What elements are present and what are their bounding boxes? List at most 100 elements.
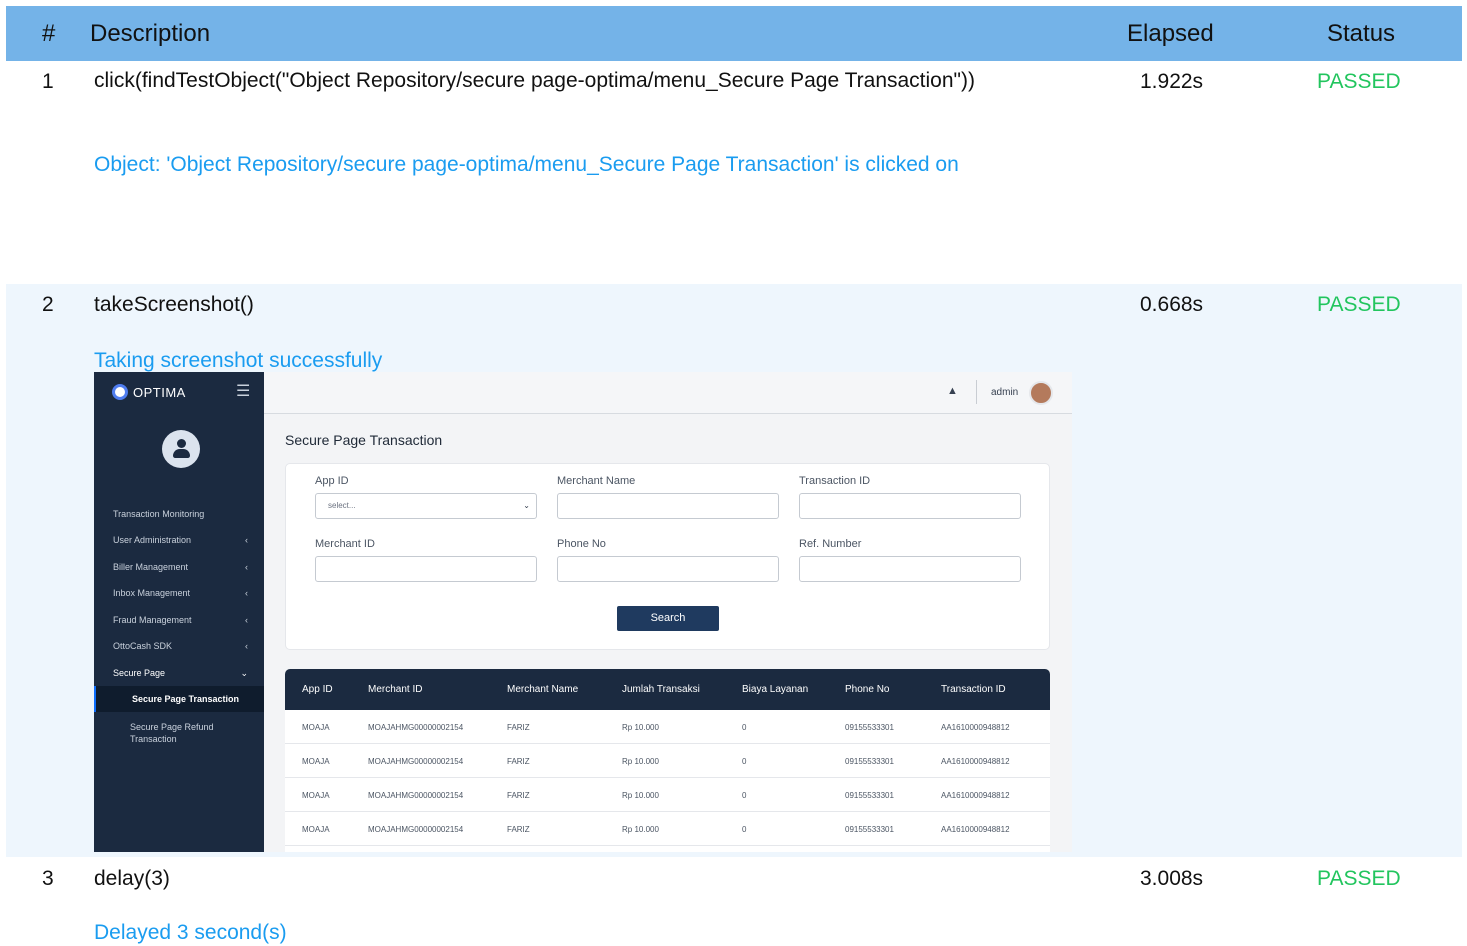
row-elapsed: 1.922s bbox=[1140, 70, 1204, 93]
column-header[interactable]: Merchant ID bbox=[368, 684, 422, 695]
chevron-left-icon: ‹ bbox=[245, 535, 248, 545]
sidebar-subitem-secure-page-transaction[interactable]: Secure Page Transaction bbox=[94, 686, 264, 712]
table-row[interactable]: MOAJA MOAJAHMG00000002154 FARIZ Rp 10.000 0 0… bbox=[285, 744, 1050, 778]
row-log: Delayed 3 second(s) bbox=[94, 921, 287, 944]
phone-no-input[interactable] bbox=[557, 556, 779, 582]
sidebar-item-user-administration[interactable]: User Administration ‹ bbox=[94, 528, 264, 552]
table-row[interactable]: MOAJA MOAJAHMG00000002154 FARIZ Rp 10.000 0 0… bbox=[285, 778, 1050, 812]
sidebar-item-inbox-management[interactable]: Inbox Management ‹ bbox=[94, 581, 264, 605]
table-cell: FARIZ bbox=[507, 723, 530, 732]
table-cell: 0 bbox=[742, 757, 747, 766]
table-cell: 0 bbox=[742, 791, 747, 800]
chevron-left-icon: ‹ bbox=[245, 562, 248, 572]
admin-avatar[interactable] bbox=[1029, 381, 1053, 405]
top-bar: ▲ admin bbox=[264, 372, 1072, 414]
table-cell: AA1610000948812 bbox=[941, 825, 1010, 834]
user-name[interactable]: admin bbox=[991, 387, 1018, 398]
user-avatar-icon bbox=[162, 430, 200, 468]
table-row[interactable]: MOAJA MOAJAHMG00000002154 FARIZ Rp 10.000 0 0… bbox=[285, 812, 1050, 846]
row-log: Taking screenshot successfully bbox=[94, 349, 383, 372]
column-header[interactable]: Merchant Name bbox=[507, 684, 578, 695]
logo-icon bbox=[112, 384, 128, 400]
sidebar-item-transaction-monitoring[interactable]: Transaction Monitoring bbox=[94, 502, 264, 526]
app-id-label: App ID bbox=[315, 475, 349, 487]
chevron-left-icon: ‹ bbox=[245, 615, 248, 625]
table-cell: FARIZ bbox=[507, 757, 530, 766]
table-cell: 0 bbox=[742, 825, 747, 834]
table-cell: AA1610000948812 bbox=[941, 791, 1010, 800]
row-num: 3 bbox=[42, 867, 54, 890]
transaction-table: App ID Merchant ID Merchant Name Jumlah … bbox=[285, 669, 1050, 852]
transaction-id-label: Transaction ID bbox=[799, 475, 871, 487]
merchant-name-label: Merchant Name bbox=[557, 475, 636, 487]
row-elapsed: 0.668s bbox=[1140, 293, 1204, 316]
row-elapsed: 3.008s bbox=[1140, 867, 1204, 890]
sidebar-item-fraud-management[interactable]: Fraud Management ‹ bbox=[94, 608, 264, 632]
table-cell: 09155533301 bbox=[845, 791, 894, 800]
sidebar: OPTIMA ☰ Transaction Monitoring User Adm… bbox=[94, 372, 264, 852]
report-header: # Description Elapsed Status bbox=[6, 6, 1462, 61]
phone-no-label: Phone No bbox=[557, 538, 606, 550]
table-cell: AA1610000948812 bbox=[941, 723, 1010, 732]
table-cell: Rp 10.000 bbox=[622, 825, 659, 834]
table-row[interactable]: MOAJA MOAJAHMG00000002154 FARIZ Rp 10.000 0 0… bbox=[285, 710, 1050, 744]
table-cell: MOAJAHMG00000002154 bbox=[368, 791, 464, 800]
sidebar-item-biller-management[interactable]: Biller Management ‹ bbox=[94, 555, 264, 579]
column-header[interactable]: Phone No bbox=[845, 684, 889, 695]
table-cell: FARIZ bbox=[507, 791, 530, 800]
chevron-left-icon: ‹ bbox=[245, 588, 248, 598]
sidebar-item-ottocash-sdk[interactable]: OttoCash SDK ‹ bbox=[94, 634, 264, 658]
merchant-id-label: Merchant ID bbox=[315, 538, 375, 550]
table-cell: FARIZ bbox=[507, 825, 530, 834]
page-title: Secure Page Transaction bbox=[285, 432, 443, 448]
bell-icon[interactable]: ▲ bbox=[947, 385, 958, 397]
table-cell: Rp 10.000 bbox=[622, 723, 659, 732]
menu-toggle-icon[interactable]: ☰ bbox=[236, 381, 250, 401]
sidebar-subitem-secure-page-refund[interactable]: Secure Page Refund Transaction bbox=[94, 721, 224, 745]
table-cell: MOAJAHMG00000002154 bbox=[368, 723, 464, 732]
header-description: Description bbox=[90, 20, 211, 47]
table-cell: AA1610000948812 bbox=[941, 757, 1010, 766]
table-cell: 0 bbox=[742, 723, 747, 732]
table-cell: Rp 10.000 bbox=[622, 757, 659, 766]
table-cell: MOAJAHMG00000002154 bbox=[368, 757, 464, 766]
column-header[interactable]: Jumlah Transaksi bbox=[622, 684, 700, 695]
row-num: 2 bbox=[42, 293, 54, 316]
ref-number-label: Ref. Number bbox=[799, 538, 862, 550]
row-status: PASSED bbox=[1317, 293, 1401, 316]
table-cell: Rp 10.000 bbox=[622, 791, 659, 800]
filter-card: App ID select... ⌄ Merchant Name Transact… bbox=[285, 463, 1050, 650]
embedded-screenshot: OPTIMA ☰ Transaction Monitoring User Adm… bbox=[94, 372, 1072, 852]
row-log: Object: 'Object Repository/secure page-o… bbox=[94, 153, 959, 176]
row-status: PASSED bbox=[1317, 867, 1401, 890]
search-button[interactable]: Search bbox=[617, 606, 719, 631]
row-description: takeScreenshot() bbox=[94, 293, 254, 316]
table-cell: MOAJA bbox=[302, 825, 330, 834]
chevron-down-icon: ⌄ bbox=[523, 501, 530, 510]
chevron-down-icon: ⌄ bbox=[240, 668, 248, 678]
column-header[interactable]: Biaya Layanan bbox=[742, 684, 808, 695]
table-cell: MOAJA bbox=[302, 723, 330, 732]
header-num: # bbox=[42, 20, 56, 47]
table-cell: 09155533301 bbox=[845, 723, 894, 732]
column-header[interactable]: Transaction ID bbox=[941, 684, 1006, 695]
sidebar-item-secure-page[interactable]: Secure Page ⌄ bbox=[94, 661, 264, 685]
app-logo[interactable]: OPTIMA bbox=[112, 384, 186, 400]
transaction-id-input[interactable] bbox=[799, 493, 1021, 519]
column-header[interactable]: App ID bbox=[302, 684, 333, 695]
merchant-id-input[interactable] bbox=[315, 556, 537, 582]
table-cell: MOAJA bbox=[302, 791, 330, 800]
table-cell: 09155533301 bbox=[845, 825, 894, 834]
divider bbox=[976, 380, 977, 404]
chevron-left-icon: ‹ bbox=[245, 641, 248, 651]
ref-number-input[interactable] bbox=[799, 556, 1021, 582]
merchant-name-input[interactable] bbox=[557, 493, 779, 519]
row-num: 1 bbox=[42, 70, 54, 93]
row-description: click(findTestObject("Object Repository/… bbox=[94, 69, 975, 92]
app-id-select[interactable]: select... ⌄ bbox=[315, 493, 537, 519]
table-cell: MOAJAHMG00000002154 bbox=[368, 825, 464, 834]
header-elapsed: Elapsed bbox=[1127, 20, 1214, 47]
table-cell: MOAJA bbox=[302, 757, 330, 766]
header-status: Status bbox=[1327, 20, 1396, 47]
row-status: PASSED bbox=[1317, 70, 1401, 93]
